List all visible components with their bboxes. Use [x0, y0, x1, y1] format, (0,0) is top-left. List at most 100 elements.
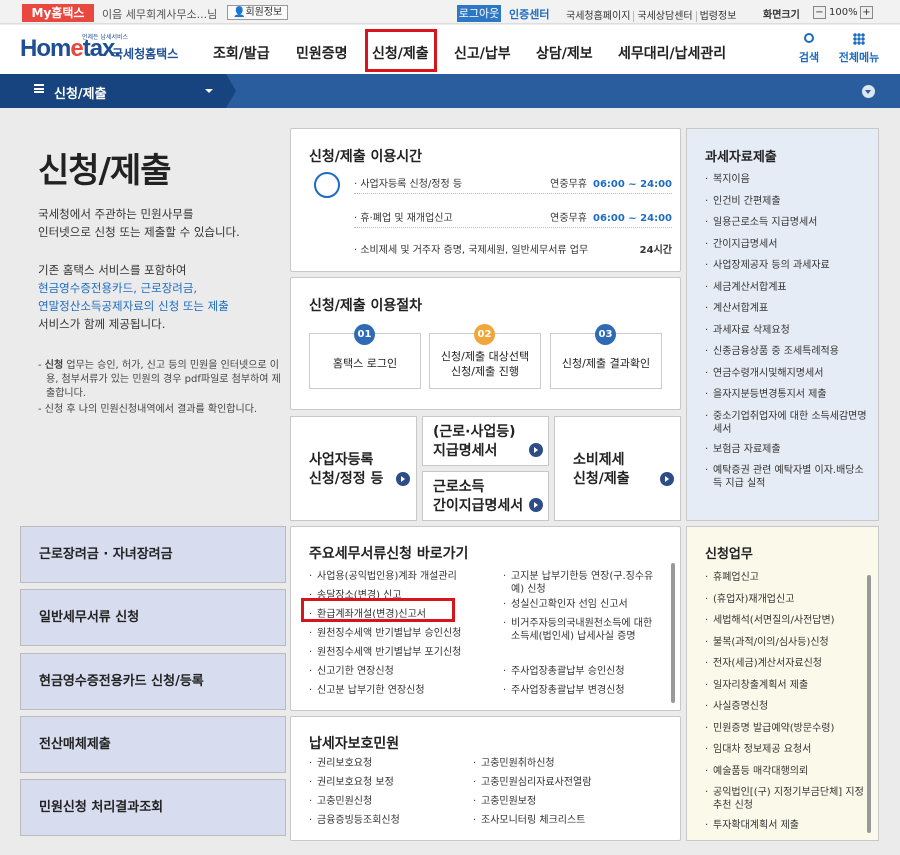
list-item[interactable]: 세금계산서합계표: [705, 281, 870, 303]
procedure-step-1: 01 홈택스 로그인: [309, 324, 421, 389]
list-item[interactable]: 고지분 납부기한등 연장(구.징수유예) 신청: [503, 570, 661, 598]
taxpayer-protection-panel: 납세자보호민원 권리보호요청권리보호요청 보정고충민원신청금융증빙등조회신청 고…: [290, 716, 681, 841]
button-label-line: 간이지급명세서: [433, 498, 524, 514]
list-item[interactable]: 간이지급명세서: [705, 238, 870, 260]
list-item[interactable]: 고충민원신청: [309, 795, 469, 814]
search-button[interactable]: 검색: [797, 33, 821, 69]
list-item[interactable]: 을자지분등변경통지서 제출: [705, 388, 870, 410]
scrollbar[interactable]: [671, 563, 675, 703]
left-menu-general-tax-docs[interactable]: 일반세무서류 신청: [20, 589, 286, 646]
logo-korean: 국세청홈택스: [112, 47, 179, 61]
list-item[interactable]: 과세자료 삭제요청: [705, 324, 870, 346]
list-item[interactable]: 고충민원취하신청: [473, 757, 663, 776]
list-item[interactable]: 계산서합계표: [705, 302, 870, 324]
link-nts-homepage[interactable]: 국세청홈페이지: [563, 11, 633, 22]
list-item[interactable]: 사실증명신청: [705, 700, 865, 722]
list-item[interactable]: 주사업장총괄납부 변경신청: [503, 684, 661, 703]
payment-statement-button[interactable]: (근로·사업등) 지급명세서: [422, 416, 549, 466]
nav-report-pay[interactable]: 신고/납부: [454, 43, 511, 63]
list-item[interactable]: 일자리창출계획서 제출: [705, 679, 865, 701]
link-law-info[interactable]: 법령정보: [695, 11, 740, 22]
list-item[interactable]: 금융증빙등조회신청: [309, 814, 469, 833]
nav-consult-report[interactable]: 상담/제보: [536, 43, 593, 63]
apply-work-list: 휴폐업신고(휴업자)재개업신고세법해석(서면질의/사전답변)불복(과적/이의/심…: [705, 571, 865, 841]
major-docs-title: 주요세무서류신청 바로가기: [309, 546, 469, 562]
nav-civil-cert[interactable]: 민원증명: [296, 43, 348, 63]
list-item[interactable]: 일용근로소득 지급명세서: [705, 216, 870, 238]
breadcrumb-arrow: [226, 74, 236, 108]
list-item[interactable]: 세법해석(서면질의/사전답변): [705, 614, 865, 636]
list-item[interactable]: 인건비 간편제출: [705, 195, 870, 217]
caret-down-icon: [205, 89, 213, 93]
button-label-line: 사업자등록: [309, 452, 374, 468]
link-consult-center[interactable]: 국세상담센터: [633, 11, 696, 22]
list-item[interactable]: 예술품등 매각대행의뢰: [705, 765, 865, 787]
list-item[interactable]: 사업용(공익법인용)계좌 개설관리: [309, 570, 499, 589]
taxpayer-protection-title: 납세자보호민원: [309, 736, 400, 752]
business-registration-button[interactable]: 사업자등록신청/정정 등: [290, 416, 417, 521]
list-item[interactable]: 연금수령개시및해지명세서: [705, 367, 870, 389]
list-item[interactable]: 사업장제공자 등의 과세자료: [705, 259, 870, 281]
list-item[interactable]: 원천징수세액 반기별납부 포기신청: [309, 646, 499, 665]
logout-button[interactable]: 로그아웃: [457, 5, 501, 22]
button-label-line: 신청/정정 등: [309, 471, 384, 487]
list-item[interactable]: 중소기업취업자에 대한 소득세감면명세서: [705, 410, 870, 443]
list-item[interactable]: 고충민원보정: [473, 795, 663, 814]
simple-payment-statement-button[interactable]: 근로소득 간이지급명세서: [422, 471, 549, 521]
zoom-out-button[interactable]: −: [813, 6, 826, 19]
step-text: 홈택스 로그인: [332, 357, 398, 370]
list-item[interactable]: 임대차 정보제공 요청서: [705, 743, 865, 765]
cert-center-link[interactable]: 인증센터: [509, 6, 549, 22]
list-item[interactable]: 비거주자등의국내원천소득에 대한 소득세(법인세) 납세사실 증명: [503, 617, 661, 665]
logo-home: Hom: [20, 35, 71, 62]
left-menu-civil-result[interactable]: 민원신청 처리결과조회: [20, 779, 286, 836]
hours-time: 06:00 ~ 24:00: [592, 213, 672, 224]
list-item[interactable]: 불복(과적/이의/심사등)신청: [705, 636, 865, 658]
list-item[interactable]: 신종금융상품 중 조세특례적용: [705, 345, 870, 367]
list-item[interactable]: 주사업장총괄납부 승인신청: [503, 665, 661, 684]
list-item[interactable]: 권리보호요청: [309, 757, 469, 776]
list-item[interactable]: 권리보호요청 보정: [309, 776, 469, 795]
nav-tax-agent[interactable]: 세무대리/납세관리: [618, 43, 726, 63]
my-hometax-button[interactable]: My홈택스: [22, 4, 94, 22]
left-menu-earned-income-credit[interactable]: 근로장려금 · 자녀장려금: [20, 526, 286, 583]
scrollbar[interactable]: [867, 575, 871, 833]
major-docs-list-1: 사업용(공익법인용)계좌 개설관리송달장소(변경) 신고환급계좌개설(변경)신고…: [309, 570, 499, 703]
chevron-down-circle-icon[interactable]: [862, 85, 875, 98]
list-item[interactable]: 조사모니터링 체크리스트: [473, 814, 663, 833]
zoom-in-button[interactable]: +: [860, 6, 873, 19]
hours-days: 연중무휴: [550, 179, 587, 190]
member-info-button[interactable]: 👤회원정보: [227, 5, 289, 20]
consumption-tax-button[interactable]: 소비제세 신청/제출: [554, 416, 681, 521]
hours-title: 신청/제출 이용시간: [309, 149, 423, 165]
list-item[interactable]: 예탁증권 관련 예탁자별 이자.배당소득 지급 실적: [705, 464, 870, 497]
list-item[interactable]: 원천징수세액 반기별납부 승인신청: [309, 627, 499, 646]
left-menu-cash-receipt-card[interactable]: 현금영수증전용카드 신청/등록: [20, 653, 286, 710]
sub-nav-bar: 신청/제출: [0, 74, 900, 108]
list-item[interactable]: 복지이음: [705, 173, 870, 195]
intro-line: 인터넷으로 신청 또는 제출할 수 있습니다.: [38, 225, 240, 239]
list-item[interactable]: 신고기한 연장신청: [309, 665, 499, 684]
list-item[interactable]: 공익법인[(구) 지정기부금단체] 지정추천 신청: [705, 786, 865, 819]
highlight-box-nav: [365, 29, 437, 72]
list-item[interactable]: 전자(세금)계산서자료신청: [705, 657, 865, 679]
page-title: 신청/제출: [38, 151, 172, 191]
all-menu-button[interactable]: 전체메뉴: [836, 33, 882, 69]
sub-nav-dropdown[interactable]: 신청/제출: [0, 74, 226, 108]
intro-line: 국세청에서 주관하는 민원사무를: [38, 207, 194, 221]
list-item[interactable]: 성실신고확인자 선임 신고서: [503, 598, 661, 617]
left-menu-electronic-media[interactable]: 전산매체제출: [20, 716, 286, 773]
list-item[interactable]: 휴폐업신고: [705, 571, 865, 593]
list-item[interactable]: 신고분 납부기한 연장신청: [309, 684, 499, 703]
hometax-logo[interactable]: 언제든 납세서비스 Hometax. 국세청홈택스: [20, 31, 185, 69]
list-item[interactable]: 민원증명 발급예약(방문수령): [705, 722, 865, 744]
button-label: 사업자등록신청/정정 등: [309, 451, 383, 489]
list-item[interactable]: (휴업자)재개업신고: [705, 593, 865, 615]
list-item[interactable]: 고충민원심리자료사전열람: [473, 776, 663, 795]
list-item[interactable]: 보험금 자료제출: [705, 443, 870, 465]
procedure-step-2: 02 신청/제출 대상선택 신청/제출 진행: [429, 324, 541, 389]
zoom-value: 100%: [829, 7, 858, 18]
list-item[interactable]: 투자확대계획서 제출: [705, 819, 865, 841]
nav-lookup-issue[interactable]: 조회/발급: [213, 43, 270, 63]
procedure-title: 신청/제출 이용절차: [309, 298, 423, 314]
